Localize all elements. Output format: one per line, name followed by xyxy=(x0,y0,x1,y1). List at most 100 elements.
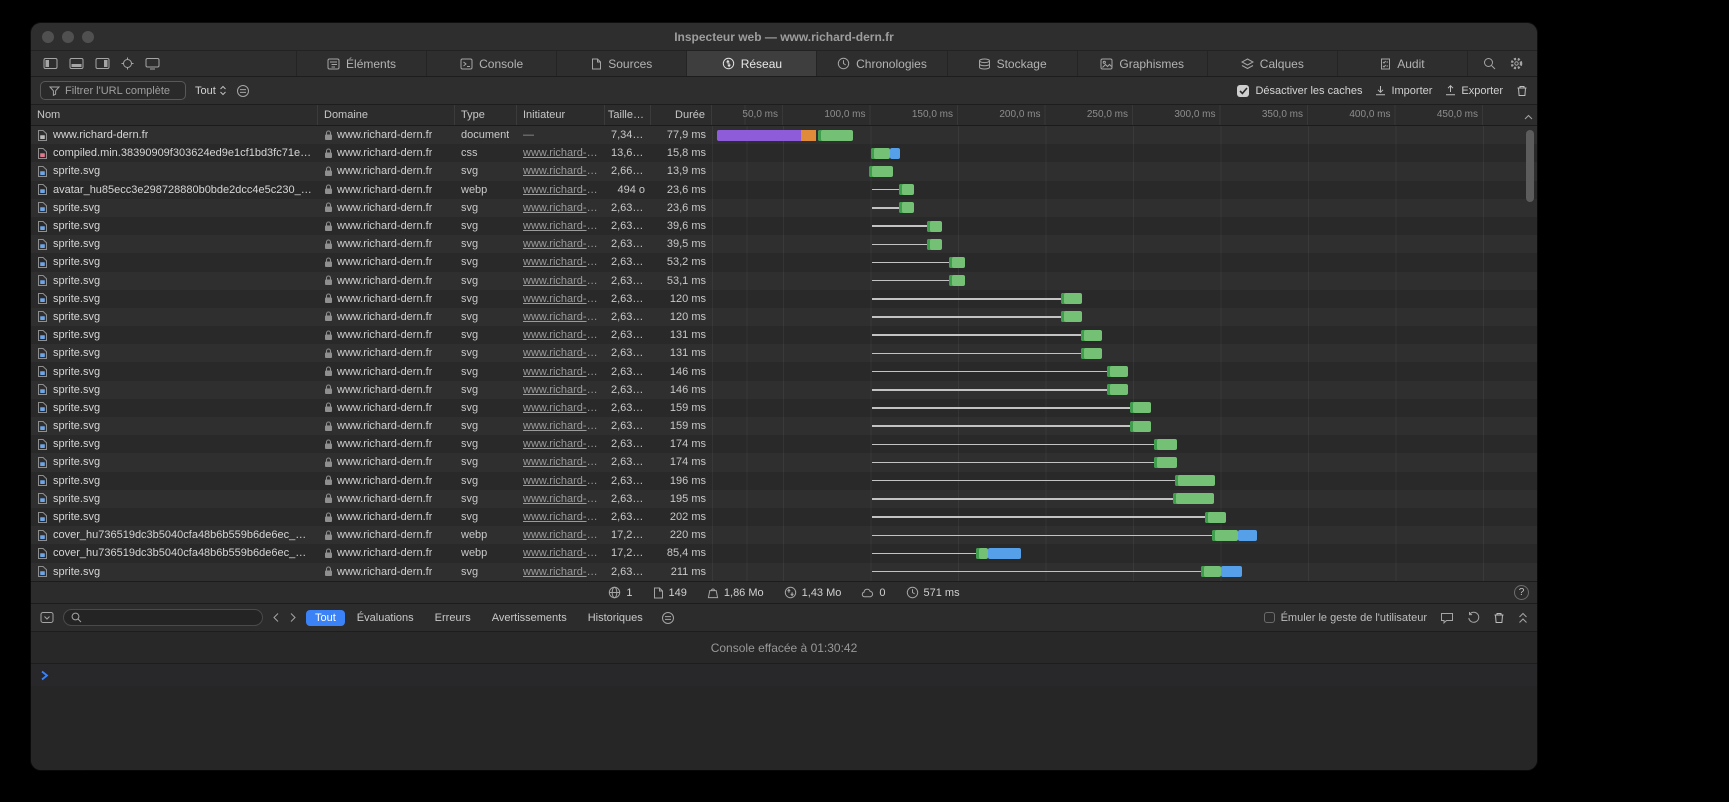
export-button[interactable]: Exporter xyxy=(1445,85,1503,97)
tab-graphics[interactable]: Graphismes xyxy=(1077,51,1207,76)
initiator-link[interactable]: www.richard-d… xyxy=(523,547,599,559)
initiator-link[interactable]: www.richard-d… xyxy=(523,275,599,287)
collapse-waterfall-icon[interactable] xyxy=(1524,111,1533,123)
network-row[interactable]: sprite.svg www.richard-dern.fr svg www.r… xyxy=(31,508,1537,526)
column-header-type[interactable]: Type xyxy=(455,105,517,125)
console-options-icon[interactable] xyxy=(661,611,675,625)
filter-options-icon[interactable] xyxy=(236,84,250,98)
zoom-window-button[interactable] xyxy=(82,31,94,43)
element-picker-icon[interactable] xyxy=(121,57,134,70)
tab-console[interactable]: Console xyxy=(426,51,556,76)
network-row[interactable]: sprite.svg www.richard-dern.fr svg www.r… xyxy=(31,490,1537,508)
device-settings-icon[interactable] xyxy=(145,57,160,70)
network-row[interactable]: sprite.svg www.richard-dern.fr svg www.r… xyxy=(31,235,1537,253)
tab-layers[interactable]: Calques xyxy=(1207,51,1337,76)
network-row[interactable]: sprite.svg www.richard-dern.fr svg www.r… xyxy=(31,253,1537,271)
initiator-link[interactable]: www.richard-d… xyxy=(523,184,599,196)
dock-side-right-icon[interactable] xyxy=(95,57,110,70)
console-scope-logs[interactable]: Historiques xyxy=(579,610,652,626)
initiator-link[interactable]: www.richard-d… xyxy=(523,293,599,305)
network-row[interactable]: sprite.svg www.richard-dern.fr svg www.r… xyxy=(31,563,1537,581)
minimize-window-button[interactable] xyxy=(62,31,74,43)
expand-console-icon[interactable] xyxy=(1518,612,1528,624)
initiator-link[interactable]: www.richard-d… xyxy=(523,347,599,359)
network-row[interactable]: cover_hu736519dc3b5040cfa48b6b559b6de6ec… xyxy=(31,544,1537,562)
console-picker-icon[interactable] xyxy=(40,611,54,624)
help-button[interactable]: ? xyxy=(1514,585,1529,600)
initiator-link[interactable]: www.richard-d… xyxy=(523,202,599,214)
network-row[interactable]: sprite.svg www.richard-dern.fr svg www.r… xyxy=(31,290,1537,308)
network-row[interactable]: avatar_hu85ecc3e298728880b0bde2dcc4e5c23… xyxy=(31,181,1537,199)
previous-result-icon[interactable] xyxy=(272,612,280,623)
tab-storage[interactable]: Stockage xyxy=(947,51,1077,76)
network-row[interactable]: sprite.svg www.richard-dern.fr svg www.r… xyxy=(31,199,1537,217)
network-row[interactable]: sprite.svg www.richard-dern.fr svg www.r… xyxy=(31,417,1537,435)
dock-side-left-icon[interactable] xyxy=(43,57,58,70)
initiator-link[interactable]: www.richard-d… xyxy=(523,238,599,250)
tab-sources[interactable]: Sources xyxy=(556,51,686,76)
network-row[interactable]: sprite.svg www.richard-dern.fr svg www.r… xyxy=(31,381,1537,399)
column-header-domain[interactable]: Domaine xyxy=(318,105,455,125)
initiator-link[interactable]: www.richard-d… xyxy=(523,456,599,468)
console-history-icon[interactable] xyxy=(1467,611,1480,624)
network-row[interactable]: cover_hu736519dc3b5040cfa48b6b559b6de6ec… xyxy=(31,526,1537,544)
initiator-link[interactable]: www.richard-d… xyxy=(523,475,599,487)
network-row[interactable]: sprite.svg www.richard-dern.fr svg www.r… xyxy=(31,435,1537,453)
console-scope-all[interactable]: Tout xyxy=(306,610,345,626)
initiator-link[interactable]: www.richard-d… xyxy=(523,438,599,450)
network-row[interactable]: www.richard-dern.fr www.richard-dern.fr … xyxy=(31,126,1537,144)
tab-elements[interactable]: Éléments xyxy=(296,51,426,76)
dock-bottom-icon[interactable] xyxy=(69,57,84,70)
network-row[interactable]: sprite.svg www.richard-dern.fr svg www.r… xyxy=(31,362,1537,380)
import-button[interactable]: Importer xyxy=(1375,85,1432,97)
network-row[interactable]: compiled.min.38390909f303624ed9e1cf1bd3f… xyxy=(31,144,1537,162)
initiator-link[interactable]: www.richard-d… xyxy=(523,384,599,396)
emulate-user-gesture-checkbox[interactable] xyxy=(1264,612,1275,623)
tab-network[interactable]: Réseau xyxy=(686,51,816,76)
tab-audit[interactable]: Audit xyxy=(1337,51,1467,76)
network-row[interactable]: sprite.svg www.richard-dern.fr svg www.r… xyxy=(31,399,1537,417)
console-search-input[interactable] xyxy=(63,609,263,626)
initiator-link[interactable]: www.richard-d… xyxy=(523,220,599,232)
initiator-link[interactable]: www.richard-d… xyxy=(523,366,599,378)
network-row[interactable]: sprite.svg www.richard-dern.fr svg www.r… xyxy=(31,217,1537,235)
network-row[interactable]: sprite.svg www.richard-dern.fr svg www.r… xyxy=(31,162,1537,180)
column-header-size[interactable]: Taille… xyxy=(605,105,651,125)
console-scope-warnings[interactable]: Avertissements xyxy=(483,610,576,626)
search-icon[interactable] xyxy=(1483,57,1496,70)
initiator-link[interactable]: www.richard-d… xyxy=(523,529,599,541)
initiator-link[interactable]: www.richard-d… xyxy=(523,511,599,523)
disable-caches-checkbox[interactable] xyxy=(1237,85,1249,97)
table-scrollbar[interactable] xyxy=(1526,128,1535,579)
initiator-link[interactable]: www.richard-d… xyxy=(523,420,599,432)
settings-gear-icon[interactable] xyxy=(1510,57,1523,70)
network-row[interactable]: sprite.svg www.richard-dern.fr svg www.r… xyxy=(31,326,1537,344)
console-scope-errors[interactable]: Erreurs xyxy=(426,610,480,626)
network-row[interactable]: sprite.svg www.richard-dern.fr svg www.r… xyxy=(31,453,1537,471)
console-prompt[interactable] xyxy=(31,663,1537,686)
clear-console-trash-icon[interactable] xyxy=(1493,612,1505,624)
console-scope-evaluations[interactable]: Évaluations xyxy=(348,610,423,626)
console-messages-icon[interactable] xyxy=(1440,612,1454,624)
initiator-link[interactable]: www.richard-d… xyxy=(523,493,599,505)
network-row[interactable]: sprite.svg www.richard-dern.fr svg www.r… xyxy=(31,272,1537,290)
initiator-link[interactable]: www.richard-d… xyxy=(523,311,599,323)
scrollbar-thumb[interactable] xyxy=(1526,130,1534,202)
next-result-icon[interactable] xyxy=(289,612,297,623)
close-window-button[interactable] xyxy=(42,31,54,43)
network-row[interactable]: sprite.svg www.richard-dern.fr svg www.r… xyxy=(31,308,1537,326)
tab-timelines[interactable]: Chronologies xyxy=(816,51,946,76)
clear-network-trash-icon[interactable] xyxy=(1516,85,1528,97)
column-header-initiator[interactable]: Initiateur xyxy=(517,105,605,125)
network-row[interactable]: sprite.svg www.richard-dern.fr svg www.r… xyxy=(31,472,1537,490)
network-row[interactable]: sprite.svg www.richard-dern.fr svg www.r… xyxy=(31,344,1537,362)
initiator-link[interactable]: www.richard-d… xyxy=(523,147,599,159)
initiator-link[interactable]: www.richard-d… xyxy=(523,256,599,268)
url-filter-input[interactable]: Filtrer l'URL complète xyxy=(40,81,186,100)
initiator-link[interactable]: www.richard-d… xyxy=(523,329,599,341)
resource-type-select[interactable]: Tout xyxy=(195,85,227,97)
initiator-link[interactable]: www.richard-d… xyxy=(523,566,599,578)
initiator-link[interactable]: www.richard-d… xyxy=(523,165,599,177)
initiator-link[interactable]: www.richard-d… xyxy=(523,402,599,414)
column-header-name[interactable]: Nom xyxy=(31,105,318,125)
